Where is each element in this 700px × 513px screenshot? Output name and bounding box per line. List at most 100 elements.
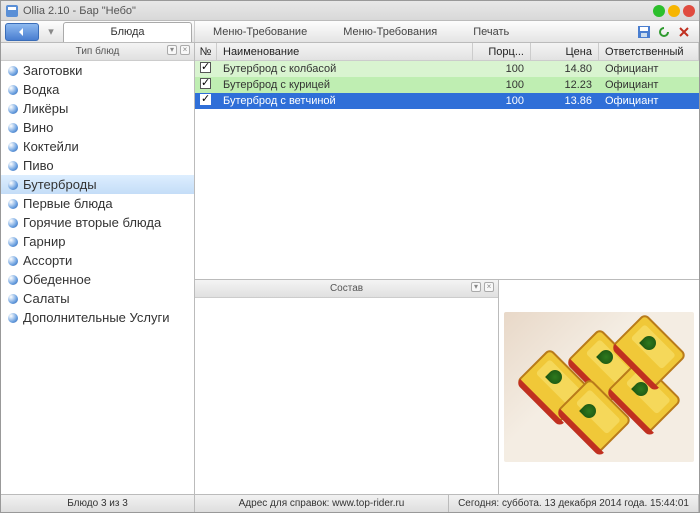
sidebar-item[interactable]: Коктейли: [1, 137, 194, 156]
cell-portion: 100: [473, 79, 531, 91]
sidebar-item[interactable]: Салаты: [1, 289, 194, 308]
table-row[interactable]: Бутерброд с ветчиной10013.86Официант: [195, 93, 699, 109]
sidebar-item[interactable]: Обеденное: [1, 270, 194, 289]
sidebar-item[interactable]: Дополнительные Услуги: [1, 308, 194, 327]
sidebar-item[interactable]: Заготовки: [1, 61, 194, 80]
sidebar-item[interactable]: Ликёры: [1, 99, 194, 118]
toolbar-right: [637, 21, 699, 42]
save-icon[interactable]: [637, 25, 651, 39]
col-header-price[interactable]: Цена: [531, 43, 599, 60]
sidebar-item[interactable]: Гарнир: [1, 232, 194, 251]
sidebar: Тип блюд ▾ × Заготовки Водка Ликёры Вино Кок…: [1, 43, 195, 494]
table-row[interactable]: Бутерброд с курицей10012.23Официант: [195, 77, 699, 93]
sidebar-item-label: Салаты: [23, 291, 70, 306]
cell-price: 14.80: [531, 63, 599, 75]
menu-print[interactable]: Печать: [455, 26, 527, 38]
refresh-icon[interactable]: [657, 25, 671, 39]
sidebar-item-label: Вино: [23, 120, 53, 135]
compose-body: [195, 298, 498, 494]
col-header-name[interactable]: Наименование: [217, 43, 473, 60]
sidebar-item-label: Первые блюда: [23, 196, 113, 211]
bullet-icon: [7, 160, 19, 172]
bullet-icon: [7, 217, 19, 229]
sidebar-item[interactable]: Вино: [1, 118, 194, 137]
menu-bar: Меню-Требование Меню-Требования Печать: [195, 21, 637, 42]
table-row[interactable]: Бутерброд с колбасой10014.80Официант: [195, 61, 699, 77]
bullet-icon: [7, 255, 19, 267]
compose-panel: Состав ▾ ×: [195, 280, 499, 494]
sidebar-item-label: Пиво: [23, 158, 54, 173]
sidebar-item[interactable]: Бутерброды: [1, 175, 194, 194]
panel-collapse-icon[interactable]: ▾: [167, 45, 177, 55]
sidebar-item[interactable]: Первые блюда: [1, 194, 194, 213]
row-checkbox[interactable]: [195, 78, 217, 92]
app-icon: [5, 4, 19, 18]
bullet-icon: [7, 122, 19, 134]
delete-icon[interactable]: [677, 25, 691, 39]
dish-grid: № Наименование Порц... Цена Ответственны…: [195, 43, 699, 280]
menu-requirements[interactable]: Меню-Требования: [325, 26, 455, 38]
col-header-portion[interactable]: Порц...: [473, 43, 531, 60]
image-panel: [499, 280, 699, 494]
main-content: Тип блюд ▾ × Заготовки Водка Ликёры Вино Кок…: [1, 43, 699, 494]
close-button[interactable]: [683, 5, 695, 17]
grid-header: № Наименование Порц... Цена Ответственны…: [195, 43, 699, 61]
cell-portion: 100: [473, 95, 531, 107]
bullet-icon: [7, 65, 19, 77]
bottom-split: Состав ▾ ×: [195, 280, 699, 494]
sidebar-header: Тип блюд ▾ ×: [1, 43, 194, 61]
cell-name: Бутерброд с ветчиной: [217, 95, 473, 107]
right-column: № Наименование Порц... Цена Ответственны…: [195, 43, 699, 494]
sidebar-item-label: Горячие вторые блюда: [23, 215, 161, 230]
minimize-button[interactable]: [653, 5, 665, 17]
cell-name: Бутерброд с колбасой: [217, 63, 473, 75]
status-center: Адрес для справок: www.top-rider.ru: [195, 495, 449, 512]
toolbar-nav-segment: ▾ Блюда: [1, 21, 195, 42]
sidebar-item-label: Обеденное: [23, 272, 91, 287]
window-controls: [653, 5, 695, 17]
row-checkbox[interactable]: [195, 94, 217, 108]
bullet-icon: [7, 312, 19, 324]
sidebar-item-label: Ассорти: [23, 253, 72, 268]
col-header-responsible[interactable]: Ответственный: [599, 43, 699, 60]
category-list: Заготовки Водка Ликёры Вино Коктейли Пиво Буте…: [1, 61, 194, 494]
compose-header: Состав ▾ ×: [195, 280, 498, 298]
cell-responsible: Официант: [599, 63, 699, 75]
bullet-icon: [7, 198, 19, 210]
sidebar-item-label: Дополнительные Услуги: [23, 310, 170, 325]
dish-photo: [504, 312, 694, 462]
statusbar: Блюдо 3 из 3 Адрес для справок: www.top-…: [1, 494, 699, 512]
bullet-icon: [7, 293, 19, 305]
sidebar-item[interactable]: Водка: [1, 80, 194, 99]
bullet-icon: [7, 84, 19, 96]
panel-close-icon[interactable]: ×: [484, 282, 494, 292]
sidebar-header-label: Тип блюд: [76, 46, 120, 57]
status-left: Блюдо 3 из 3: [1, 495, 195, 512]
bullet-icon: [7, 236, 19, 248]
col-header-num[interactable]: №: [195, 43, 217, 60]
sidebar-item[interactable]: Пиво: [1, 156, 194, 175]
compose-header-label: Состав: [330, 283, 363, 294]
panel-collapse-icon[interactable]: ▾: [471, 282, 481, 292]
panel-close-icon[interactable]: ×: [180, 45, 190, 55]
cell-portion: 100: [473, 63, 531, 75]
menu-requirement[interactable]: Меню-Требование: [195, 26, 325, 38]
cell-name: Бутерброд с курицей: [217, 79, 473, 91]
sidebar-item[interactable]: Ассорти: [1, 251, 194, 270]
sidebar-item-label: Бутерброды: [23, 177, 97, 192]
row-checkbox[interactable]: [195, 62, 217, 76]
cell-price: 12.23: [531, 79, 599, 91]
nav-back-button[interactable]: [5, 23, 39, 41]
sidebar-item[interactable]: Горячие вторые блюда: [1, 213, 194, 232]
grid-body: Бутерброд с колбасой10014.80ОфициантБуте…: [195, 61, 699, 279]
nav-forward-button[interactable]: ▾: [43, 25, 59, 38]
maximize-button[interactable]: [668, 5, 680, 17]
bullet-icon: [7, 141, 19, 153]
cell-responsible: Официант: [599, 79, 699, 91]
toolbar: ▾ Блюда Меню-Требование Меню-Требования …: [1, 21, 699, 43]
titlebar: Ollia 2.10 - Бар "Небо": [1, 1, 699, 21]
cell-responsible: Официант: [599, 95, 699, 107]
bullet-icon: [7, 103, 19, 115]
sidebar-item-label: Водка: [23, 82, 59, 97]
tab-dishes[interactable]: Блюда: [63, 22, 192, 42]
